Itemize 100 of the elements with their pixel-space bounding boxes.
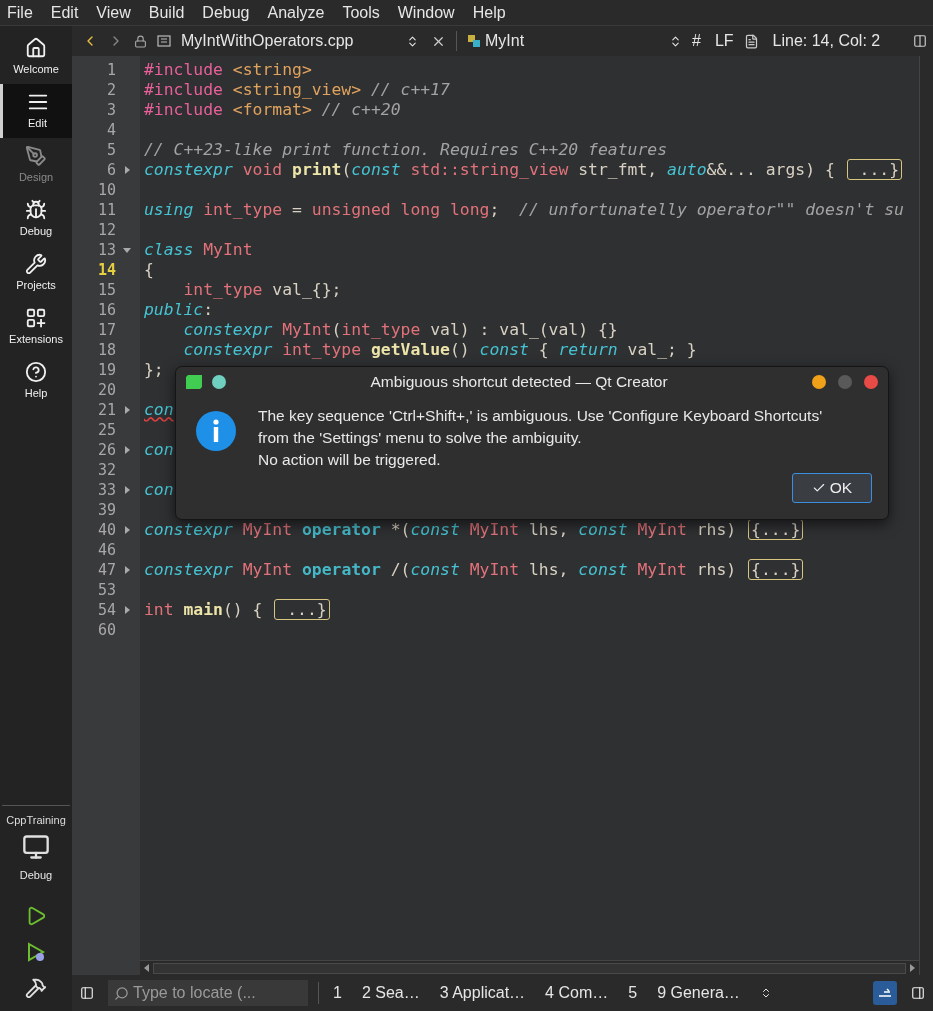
split-icon[interactable]	[913, 34, 927, 48]
mode-button[interactable]: Extensions	[0, 300, 72, 354]
line-number: 54	[96, 599, 116, 621]
code-line: constexpr MyInt(int_type val) : val_(val) {}	[182, 320, 618, 340]
fold-arrow-icon[interactable]	[125, 446, 130, 454]
file-dropdown[interactable]: MyIntWithOperators.cpp	[181, 29, 421, 53]
updown-icon	[669, 34, 682, 48]
monitor-icon	[22, 832, 50, 861]
output-pane-tab[interactable]: 1	[333, 981, 342, 1005]
output-pane-tab[interactable]: 5	[628, 981, 638, 1005]
minimize-button[interactable]	[812, 375, 826, 389]
line-number: 18	[96, 339, 116, 361]
line-number: 16	[96, 299, 116, 321]
ok-button[interactable]: OK	[792, 473, 872, 503]
line-number: 46	[96, 539, 116, 561]
line-number: 6	[105, 159, 116, 181]
app-logo-icon	[186, 375, 202, 389]
line-number: 13	[96, 239, 116, 261]
line-number: 10	[96, 179, 116, 201]
wrench-icon	[25, 252, 47, 275]
help-icon	[25, 360, 47, 383]
line-number: 2	[105, 79, 116, 101]
menu-item[interactable]: Help	[470, 0, 508, 25]
menu-item[interactable]: Debug	[200, 0, 252, 25]
output-pane-tab[interactable]: 9 Genera…	[657, 981, 740, 1005]
code-line: con	[144, 440, 174, 460]
output-pane-tab[interactable]: 4 Com…	[545, 981, 609, 1005]
cursor-position[interactable]: Line: 14, Col: 2	[772, 29, 881, 53]
line-number: 47	[96, 559, 116, 581]
mode-button[interactable]: Help	[0, 354, 72, 408]
menu-item[interactable]: Tools	[340, 0, 382, 25]
output-pane-tab[interactable]: 2 Sea…	[361, 981, 420, 1005]
hash-label[interactable]: #	[692, 29, 701, 53]
line-ending-label[interactable]: LF	[714, 29, 734, 53]
menu-item[interactable]: File	[5, 0, 35, 25]
output-panel-icon	[878, 988, 892, 998]
mode-button[interactable]: Debug	[0, 192, 72, 246]
menu-item[interactable]: Window	[395, 0, 457, 25]
document-icon[interactable]	[743, 33, 759, 49]
output-toggle-button[interactable]	[873, 981, 897, 1005]
fold-arrow-icon[interactable]	[125, 566, 130, 574]
line-number: 40	[96, 519, 116, 541]
project-label: CppTraining	[5, 813, 67, 828]
line-number: 32	[96, 459, 116, 481]
menu-item[interactable]: Edit	[48, 0, 81, 25]
line-number: 20	[96, 379, 116, 401]
line-number: 21	[96, 399, 116, 421]
code-line: using int_type = unsigned long long; // unfortunatelly operator"" doesn't su	[144, 200, 904, 220]
bug-icon	[25, 198, 47, 221]
code-line: con	[144, 400, 174, 420]
debug-run-icon[interactable]	[25, 941, 47, 963]
line-number: 5	[105, 139, 116, 161]
close-button[interactable]	[864, 375, 878, 389]
fold-arrow-icon[interactable]	[123, 247, 131, 253]
fold-arrow-icon[interactable]	[125, 406, 130, 414]
fold-arrow-icon[interactable]	[125, 606, 130, 614]
mode-button[interactable]: Welcome	[0, 30, 72, 84]
line-number: 19	[96, 359, 116, 381]
menu-item[interactable]: Build	[146, 0, 187, 25]
check-icon	[811, 481, 826, 495]
mode-button[interactable]: Projects	[0, 246, 72, 300]
code-line: #include <string>	[144, 60, 312, 80]
lock-icon[interactable]	[134, 34, 147, 48]
line-number: 14	[96, 259, 116, 281]
line-number: 1	[105, 59, 116, 81]
line-number: 15	[96, 279, 116, 301]
kit-selector[interactable]: Debug	[0, 832, 72, 883]
class-icon	[467, 34, 481, 48]
code-line: public:	[144, 300, 214, 320]
info-icon	[196, 411, 236, 451]
source-file-icon	[157, 35, 171, 47]
build-icon[interactable]	[25, 977, 47, 999]
menu-item[interactable]: Analyze	[265, 0, 327, 25]
fold-arrow-icon[interactable]	[125, 166, 130, 174]
code-line: int_type val_{};	[182, 280, 342, 300]
line-number: 33	[96, 479, 116, 501]
sidebar-toggle-icon[interactable]	[80, 986, 94, 1000]
code-line: #include <string_view> // c++17	[144, 80, 450, 100]
code-line: int main() { ...}	[144, 600, 332, 620]
code-line: constexpr int_type getValue() const { return val_; }	[182, 340, 697, 360]
line-number: 4	[105, 119, 116, 141]
locator-field[interactable]: Type to locate (...	[108, 980, 308, 1006]
code-line: constexpr MyInt operator /(const MyInt lhs, const MyInt rhs) {...}	[144, 560, 806, 580]
mode-button[interactable]: Edit	[0, 84, 72, 138]
code-line: constexpr void print(const std::string_view str_fmt, auto&&... args) { ...}	[144, 160, 905, 180]
fold-arrow-icon[interactable]	[125, 526, 130, 534]
line-number: 3	[105, 99, 116, 121]
fold-arrow-icon[interactable]	[125, 486, 130, 494]
menu-item[interactable]: View	[94, 0, 133, 25]
right-panel-icon[interactable]	[911, 986, 925, 1000]
horizontal-scrollbar[interactable]	[153, 962, 906, 974]
output-pane-tab[interactable]: 3 Applicat…	[439, 981, 526, 1005]
home-icon	[25, 36, 47, 59]
symbol-dropdown[interactable]: MyInt	[467, 29, 682, 53]
pin-icon[interactable]	[212, 375, 226, 389]
line-number: 11	[96, 199, 116, 221]
line-number: 60	[96, 619, 116, 641]
dialog-message: The key sequence 'Ctrl+Shift+,' is ambiguous. Use 'Configure Keyboard Shortcuts' from the 'Settings' menu to solve the ambiguity. No action will be triggered.	[258, 406, 823, 470]
line-number: 39	[96, 499, 116, 521]
code-line: #include <format> // c++20	[144, 100, 401, 120]
